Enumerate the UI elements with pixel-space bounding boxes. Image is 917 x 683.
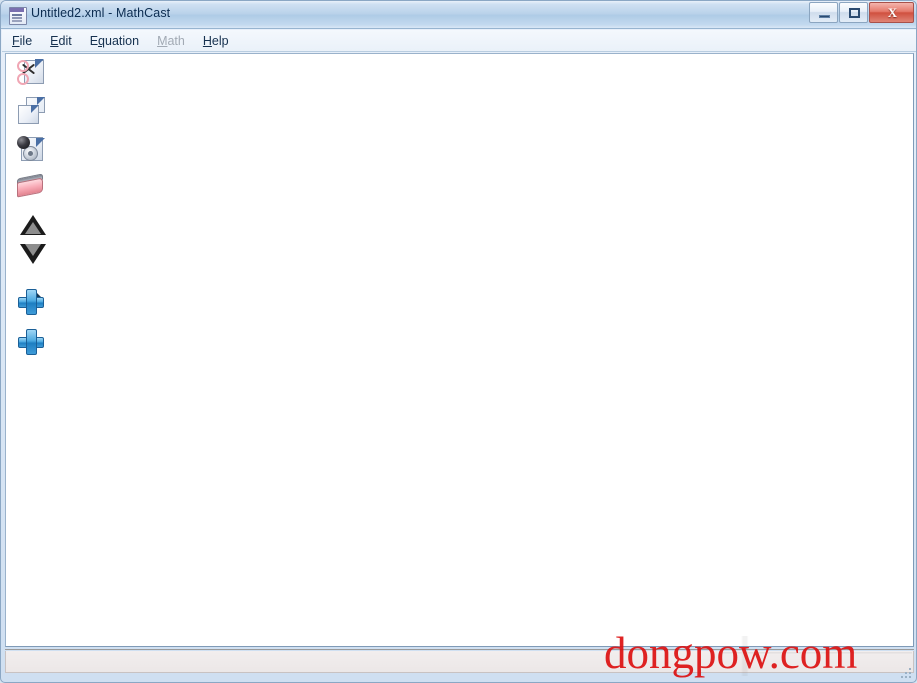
triangle-down-icon: [20, 244, 46, 264]
menu-item-edit[interactable]: Edit: [49, 33, 73, 49]
cut-button[interactable]: [15, 58, 47, 90]
page-fold-decoration: [37, 97, 45, 105]
erase-button[interactable]: [15, 172, 47, 204]
minimize-icon: [819, 15, 830, 18]
menu-item-equation[interactable]: Equation: [89, 33, 140, 49]
paste-ball-icon: [17, 136, 30, 149]
page-fold-decoration: [31, 105, 39, 113]
title-bar[interactable]: Untitled2.xml - MathCast X: [1, 1, 916, 29]
insert-right-button[interactable]: [15, 286, 47, 318]
menu-item-math: Math: [157, 33, 185, 48]
triangle-up-icon: [20, 215, 46, 235]
resize-grip-icon[interactable]: [901, 668, 913, 680]
menu-bar: File Edit Equation Math Help: [2, 30, 916, 52]
scissors-ring-icon: [17, 60, 29, 72]
copy-button[interactable]: [15, 96, 47, 128]
insert-button[interactable]: [15, 326, 47, 358]
page-fold-decoration: [36, 138, 45, 147]
move-up-button[interactable]: [15, 212, 47, 240]
scissors-ring-icon: [17, 73, 29, 85]
menu-item-help[interactable]: Help: [202, 33, 230, 49]
document-xml-icon[interactable]: [9, 7, 27, 25]
equation-canvas[interactable]: [58, 54, 913, 646]
maximize-button[interactable]: [839, 2, 868, 23]
equation-toolbar: [6, 54, 58, 646]
window-controls: X: [808, 2, 914, 23]
status-divider: [5, 649, 914, 650]
close-icon: X: [887, 5, 898, 20]
move-down-button[interactable]: [15, 240, 47, 268]
application-window: Untitled2.xml - MathCast X File Edit Equ…: [0, 0, 917, 683]
paste-button[interactable]: [15, 134, 47, 166]
status-bar: [5, 651, 914, 673]
window-title: Untitled2.xml - MathCast: [31, 6, 171, 20]
insert-right-icon: [18, 289, 44, 315]
maximize-icon: [849, 8, 860, 18]
close-button[interactable]: X: [869, 2, 914, 23]
insert-icon: [18, 329, 44, 355]
menu-item-file[interactable]: File: [11, 33, 33, 49]
plus-bar-vertical: [26, 329, 37, 355]
plus-bar-vertical: [26, 289, 37, 315]
page-fold-decoration: [35, 59, 44, 68]
minimize-button[interactable]: [809, 2, 838, 23]
document-client-area[interactable]: [5, 53, 914, 647]
